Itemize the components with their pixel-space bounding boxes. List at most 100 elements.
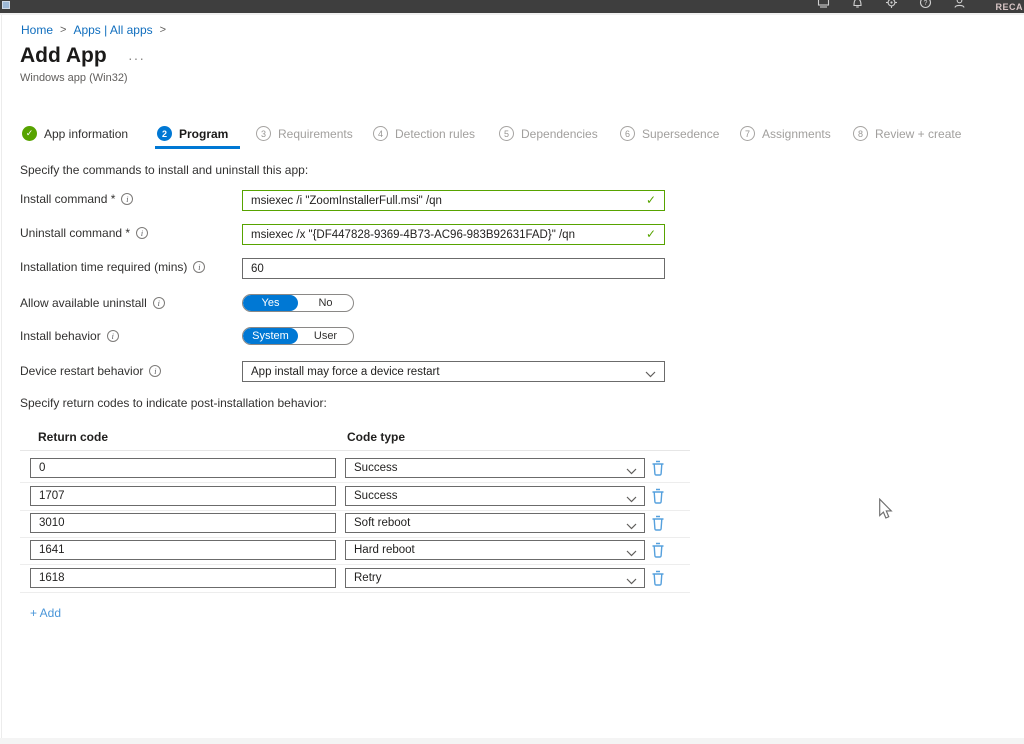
breadcrumb-apps-all-apps[interactable]: Apps | All apps bbox=[73, 23, 152, 37]
allow-available-uninstall-label: Allow available uninstall i bbox=[20, 296, 165, 310]
code-type-select[interactable]: Soft reboot bbox=[345, 513, 645, 533]
toggle-option-no[interactable]: No bbox=[298, 295, 353, 311]
page-subtitle: Windows app (Win32) bbox=[20, 72, 128, 84]
chevron-down-icon bbox=[626, 548, 637, 560]
info-icon[interactable]: i bbox=[153, 297, 165, 309]
delete-row-trash-icon[interactable] bbox=[651, 460, 665, 476]
step-dependencies[interactable]: 5 Dependencies bbox=[499, 126, 598, 141]
step-indicator-icon: 3 bbox=[256, 126, 271, 141]
info-icon[interactable]: i bbox=[149, 365, 161, 377]
device-restart-behavior-select[interactable]: App install may force a device restart bbox=[242, 361, 665, 382]
code-type-column-header: Code type bbox=[347, 430, 405, 444]
chevron-down-icon bbox=[626, 466, 637, 478]
install-command-input[interactable] bbox=[242, 190, 665, 211]
step-label: Supersedence bbox=[642, 127, 719, 141]
step-label: App information bbox=[44, 127, 128, 141]
info-icon[interactable]: i bbox=[107, 330, 119, 342]
step-indicator-icon: 5 bbox=[499, 126, 514, 141]
toggle-option-system[interactable]: System bbox=[243, 328, 298, 344]
step-app-information[interactable]: ✓ App information bbox=[22, 126, 128, 141]
recording-indicator: RECA bbox=[995, 2, 1023, 12]
step-indicator-icon: ✓ bbox=[22, 126, 37, 141]
delete-row-trash-icon[interactable] bbox=[651, 570, 665, 586]
code-type-select[interactable]: Retry bbox=[345, 568, 645, 588]
return-code-input[interactable] bbox=[30, 513, 336, 533]
commands-section-heading: Specify the commands to install and unin… bbox=[20, 163, 308, 177]
chevron-down-icon bbox=[626, 521, 637, 533]
settings-gear-icon[interactable] bbox=[885, 0, 898, 9]
step-label: Requirements bbox=[278, 127, 353, 141]
code-type-select[interactable]: Success bbox=[345, 486, 645, 506]
step-program[interactable]: 2 Program bbox=[157, 126, 228, 141]
page-title: Add App bbox=[20, 44, 107, 68]
step-label: Program bbox=[179, 127, 228, 141]
step-label: Assignments bbox=[762, 127, 831, 141]
toggle-option-yes[interactable]: Yes bbox=[243, 295, 298, 311]
info-icon[interactable]: i bbox=[193, 261, 205, 273]
return-codes-section-heading: Specify return codes to indicate post-in… bbox=[20, 396, 327, 410]
delete-row-trash-icon[interactable] bbox=[651, 515, 665, 531]
uninstall-command-label: Uninstall command * i bbox=[20, 226, 148, 240]
step-assignments[interactable]: 7 Assignments bbox=[740, 126, 831, 141]
breadcrumb: Home > Apps | All apps > bbox=[21, 23, 166, 37]
step-review-create[interactable]: 8 Review + create bbox=[853, 126, 961, 141]
step-label: Review + create bbox=[875, 127, 961, 141]
add-app-program-page: ? RECA Home > Apps | All apps > Add App … bbox=[0, 0, 1024, 744]
breadcrumb-home[interactable]: Home bbox=[21, 23, 53, 37]
breadcrumb-separator: > bbox=[160, 24, 166, 36]
allow-available-uninstall-toggle: Yes No bbox=[242, 294, 354, 312]
step-detection-rules[interactable]: 4 Detection rules bbox=[373, 126, 475, 141]
step-indicator-icon: 7 bbox=[740, 126, 755, 141]
add-return-code-link[interactable]: + Add bbox=[30, 606, 61, 620]
return-code-input[interactable] bbox=[30, 540, 336, 560]
step-indicator-icon: 4 bbox=[373, 126, 388, 141]
step-indicator-icon: 8 bbox=[853, 126, 868, 141]
mouse-cursor bbox=[878, 498, 893, 525]
row-divider bbox=[20, 592, 690, 593]
row-divider bbox=[20, 564, 690, 565]
uninstall-command-input[interactable] bbox=[242, 224, 665, 245]
chevron-down-icon bbox=[626, 494, 637, 506]
info-icon[interactable]: i bbox=[121, 193, 133, 205]
left-edge-line bbox=[1, 15, 2, 744]
install-behavior-toggle: System User bbox=[242, 327, 354, 345]
delete-row-trash-icon[interactable] bbox=[651, 488, 665, 504]
valid-check-icon: ✓ bbox=[646, 227, 656, 241]
device-icon[interactable] bbox=[817, 0, 830, 9]
bottom-edge-strip bbox=[0, 738, 1024, 744]
more-menu-icon[interactable]: ··· bbox=[128, 50, 145, 66]
breadcrumb-separator: > bbox=[60, 24, 66, 36]
return-code-row: Success bbox=[20, 458, 690, 485]
return-code-input[interactable] bbox=[30, 568, 336, 588]
topbar-divider bbox=[0, 13, 1024, 15]
step-requirements[interactable]: 3 Requirements bbox=[256, 126, 353, 141]
install-time-input[interactable] bbox=[242, 258, 665, 279]
app-window-icon bbox=[2, 1, 10, 9]
delete-row-trash-icon[interactable] bbox=[651, 542, 665, 558]
active-step-underline bbox=[155, 146, 240, 149]
step-supersedence[interactable]: 6 Supersedence bbox=[620, 126, 719, 141]
return-code-row: Hard reboot bbox=[20, 540, 690, 567]
install-command-label: Install command * i bbox=[20, 192, 133, 206]
svg-text:?: ? bbox=[924, 0, 928, 7]
help-icon[interactable]: ? bbox=[919, 0, 932, 9]
portal-top-bar: ? RECA bbox=[0, 0, 1024, 13]
return-code-row: Retry bbox=[20, 568, 690, 595]
row-divider bbox=[20, 510, 690, 511]
info-icon[interactable]: i bbox=[136, 227, 148, 239]
return-code-input[interactable] bbox=[30, 486, 336, 506]
row-divider bbox=[20, 537, 690, 538]
code-type-select[interactable]: Success bbox=[345, 458, 645, 478]
account-icon[interactable] bbox=[953, 0, 966, 9]
step-indicator-icon: 6 bbox=[620, 126, 635, 141]
code-type-select[interactable]: Hard reboot bbox=[345, 540, 645, 560]
toggle-option-user[interactable]: User bbox=[298, 328, 353, 344]
row-divider bbox=[20, 482, 690, 483]
return-code-row: Soft reboot bbox=[20, 513, 690, 540]
chevron-down-icon bbox=[626, 576, 637, 588]
return-code-input[interactable] bbox=[30, 458, 336, 478]
notifications-bell-icon[interactable] bbox=[851, 0, 864, 9]
valid-check-icon: ✓ bbox=[646, 193, 656, 207]
install-behavior-label: Install behavior i bbox=[20, 329, 119, 343]
step-indicator-icon: 2 bbox=[157, 126, 172, 141]
